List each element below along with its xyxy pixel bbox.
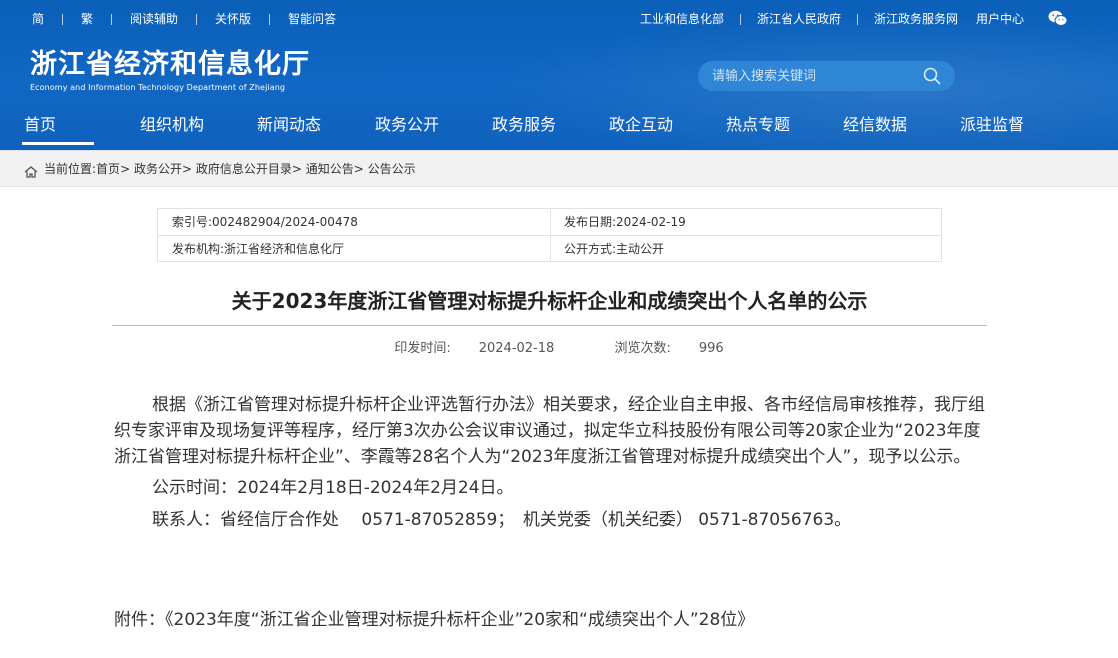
divider [739,13,741,25]
nav-supervision[interactable]: 派驻监督 [960,115,1024,135]
print-time-label: 印发时间: [394,341,451,356]
breadcrumb: 当前位置: 首页 > 政务公开 > 政府信息公开目录 > 通知公告 > 公告公示 [0,150,1118,187]
breadcrumb-announcements[interactable]: 公告公示 [368,161,416,177]
top-links-right: 工业和信息化部 浙江省人民政府 浙江政务服务网 用户中心 [640,10,1068,26]
title-divider [112,325,987,326]
print-time: 印发时间: 2024-02-18 [380,341,568,356]
breadcrumb-notices[interactable]: 通知公告 [306,161,354,177]
top-bar: 简 繁 阅读辅助 关怀版 智能问答 工业和信息化部 浙江省人民政府 浙江政务服务… [0,0,1118,38]
breadcrumb-separator: > [120,162,134,176]
article-paragraph: 公示时间：2024年2月18日-2024年2月24日。 [152,478,514,498]
article-title: 关于2023年度浙江省管理对标提升标杆企业和成绩突出个人名单的公示 [231,289,868,313]
breadcrumb-separator: > [353,162,368,176]
gov-service-link[interactable]: 浙江政务服务网 [874,12,958,26]
meta-date: 发布日期:2024-02-19 [564,215,686,229]
meta-mode-value: 主动公开 [616,242,665,256]
meta-mode: 公开方式:主动公开 [564,242,664,256]
reading-aid-link[interactable]: 阅读辅助 [130,12,178,26]
view-count: 浏览次数: 996 [600,341,737,356]
meta-index-label: 索引号: [172,215,213,229]
article-paragraph: 根据《浙江省管理对标提升标杆企业评选暂行办法》相关要求，经企业自主申报、各市经信… [114,395,985,467]
nav-economic-data[interactable]: 经信数据 [843,115,907,135]
meta-org-value: 浙江省经济和信息化厅 [224,242,345,256]
miit-link[interactable]: 工业和信息化部 [640,12,724,26]
divider [269,13,271,25]
smart-qa-link[interactable]: 智能问答 [288,12,336,26]
meta-org: 发布机构:浙江省经济和信息化厅 [172,242,344,256]
print-time-value: 2024-02-18 [478,341,555,356]
user-center-link[interactable]: 用户中心 [976,12,1024,26]
site-header: 简 繁 阅读辅助 关怀版 智能问答 工业和信息化部 浙江省人民政府 浙江政务服务… [0,0,1118,150]
provincial-government-link[interactable]: 浙江省人民政府 [757,12,841,26]
main-nav: 首页 组织机构 新闻动态 政务公开 政务服务 政企互动 热点专题 经信数据 派驻… [0,110,1118,145]
article-info: 印发时间: 2024-02-18 浏览次数: 996 [0,341,1118,357]
wechat-icon[interactable] [1048,10,1068,26]
divider [196,13,198,25]
meta-org-label: 发布机构: [172,242,225,256]
view-count-value: 996 [698,341,724,356]
simplified-chinese-link[interactable]: 简 [32,12,44,26]
divider [158,235,941,236]
breadcrumb-home[interactable]: 首页 [96,161,120,177]
nav-home[interactable]: 首页 [21,115,95,145]
nav-government-affairs[interactable]: 政务公开 [375,115,439,135]
breadcrumb-government-affairs[interactable]: 政务公开 [134,161,182,177]
breadcrumb-info-catalog[interactable]: 政府信息公开目录 [196,161,292,177]
view-count-label: 浏览次数: [614,341,671,356]
nav-organization[interactable]: 组织机构 [140,115,204,135]
search-input[interactable] [712,67,912,85]
meta-index: 索引号:002482904/2024-00478 [172,215,358,229]
logo-chinese-name: 浙江省经济和信息化厅 [30,49,310,80]
divider [62,13,64,25]
traditional-chinese-link[interactable]: 繁 [81,12,93,26]
nav-interaction[interactable]: 政企互动 [609,115,673,135]
nav-hot-topics[interactable]: 热点专题 [726,115,790,135]
care-mode-link[interactable]: 关怀版 [215,12,251,26]
meta-index-value: 002482904/2024-00478 [212,215,358,229]
meta-date-label: 发布日期: [564,215,617,229]
article-body: 根据《浙江省管理对标提升标杆企业评选暂行办法》相关要求，经企业自主申报、各市经信… [114,392,989,536]
search-icon[interactable] [923,67,941,85]
breadcrumb-separator: > [181,162,196,176]
divider [856,13,858,25]
attachment-link[interactable]: 附件：《2023年度“浙江省企业管理对标提升标杆企业”20家和“成绩突出个人”2… [114,608,754,632]
nav-news[interactable]: 新闻动态 [257,115,321,135]
nav-government-services[interactable]: 政务服务 [492,115,556,135]
site-logo[interactable]: 浙江省经济和信息化厅 Economy and Information Techn… [30,50,310,94]
top-links-left: 简 繁 阅读辅助 关怀版 智能问答 [32,12,336,26]
meta-mode-label: 公开方式: [564,242,617,256]
document-meta-table: 索引号:002482904/2024-00478 发布日期:2024-02-19… [157,208,942,262]
breadcrumb-trail: 当前位置: 首页 > 政务公开 > 政府信息公开目录 > 通知公告 > 公告公示 [44,161,416,177]
logo-english-name: Economy and Information Technology Depar… [30,83,286,92]
article-paragraph: 联系人：省经信厅合作处 0571-87052859； 机关党委（机关纪委） 05… [152,510,852,530]
meta-date-value: 2024-02-19 [616,215,686,229]
home-icon [24,163,38,178]
search-box [698,61,955,91]
breadcrumb-separator: > [291,162,306,176]
divider [111,13,113,25]
breadcrumb-prefix: 当前位置: [44,162,97,176]
